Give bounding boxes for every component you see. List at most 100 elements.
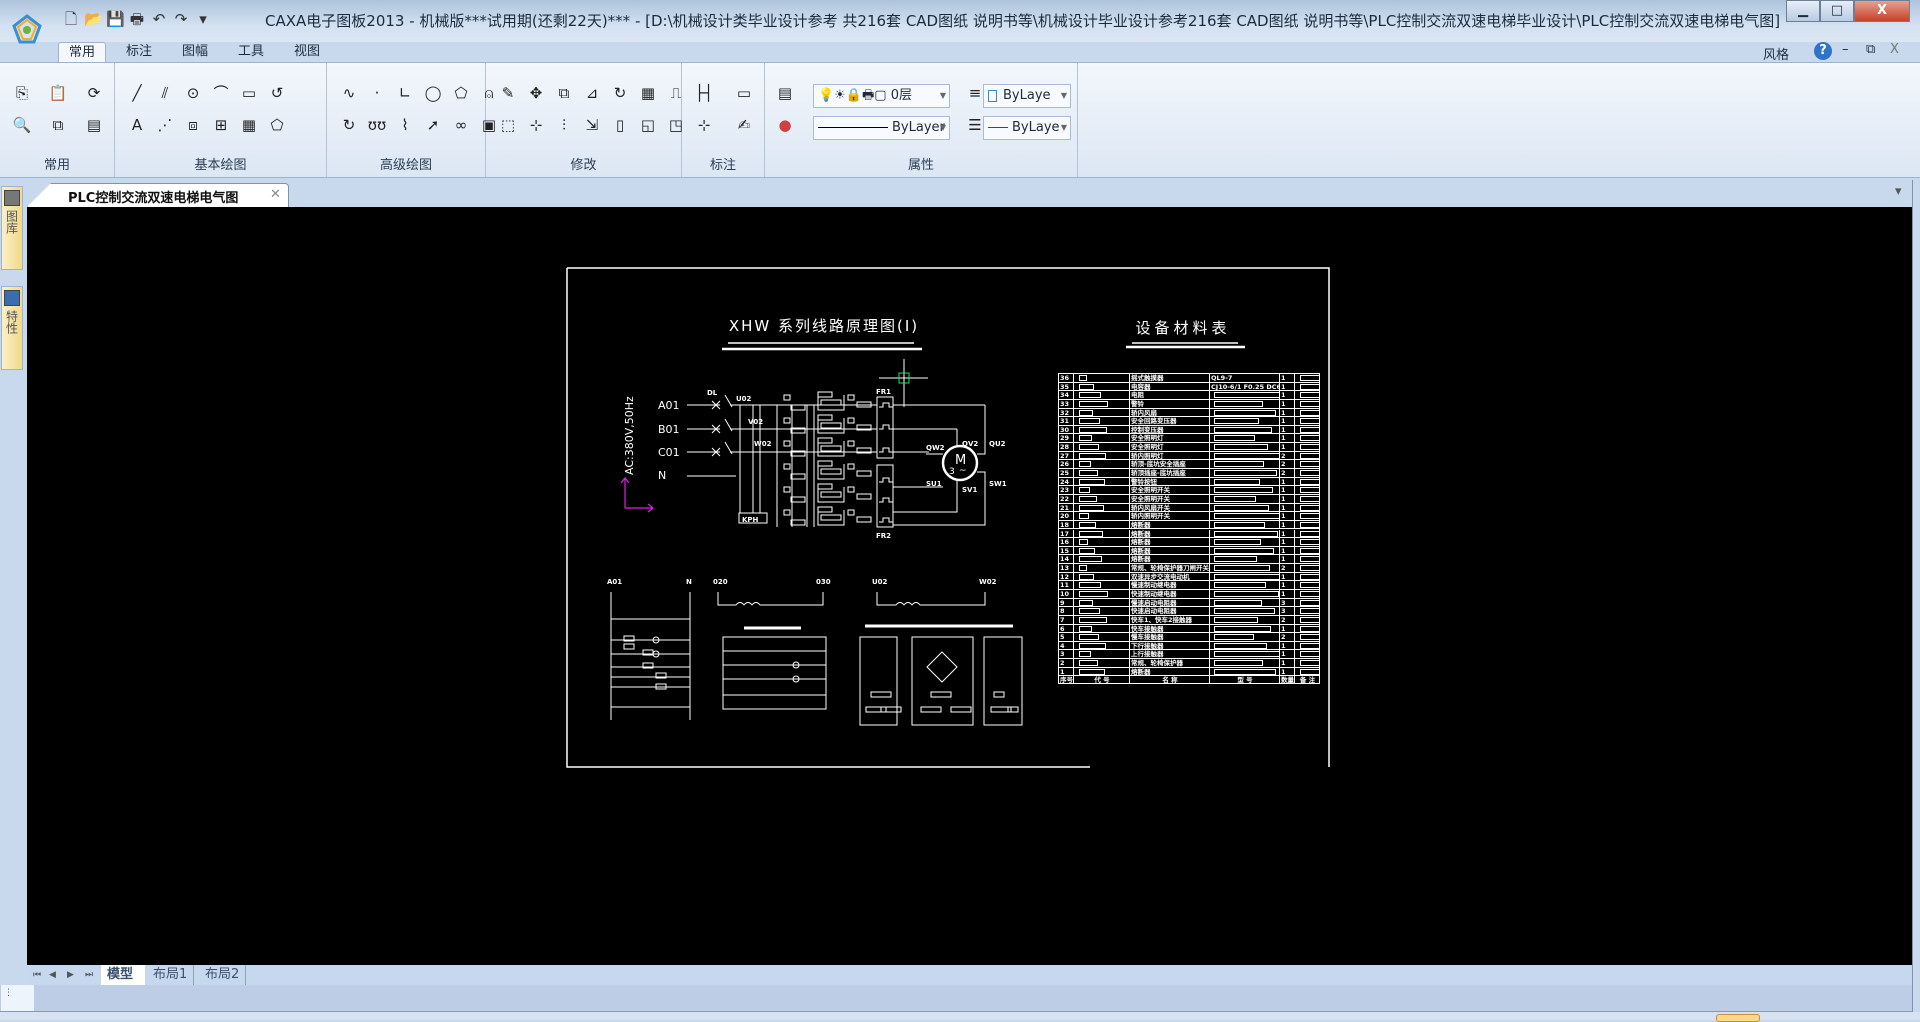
- linetype-icon[interactable]: ☰: [965, 115, 985, 135]
- mirror-icon[interactable]: ⊿: [582, 83, 602, 103]
- side-panel-library[interactable]: 图库: [1, 186, 23, 270]
- close-tab-icon[interactable]: ✕: [270, 187, 281, 202]
- print-icon[interactable]: 🖶: [128, 10, 146, 28]
- scale-icon[interactable]: ▯: [610, 115, 630, 135]
- arc-icon[interactable]: ⌒: [211, 83, 231, 103]
- copy-object-icon[interactable]: ⧉: [554, 83, 574, 103]
- break-line-icon[interactable]: ⌇: [395, 115, 415, 135]
- placeholder-box: [1079, 375, 1087, 381]
- tab-layout1[interactable]: 布局1: [147, 965, 195, 985]
- polyline-icon[interactable]: ↺: [267, 83, 287, 103]
- chevron-down-icon[interactable]: ▼: [1061, 85, 1067, 107]
- cell-code: [1074, 512, 1130, 521]
- cell-row-model: [1210, 408, 1280, 417]
- help-icon[interactable]: ?: [1814, 42, 1832, 60]
- placeholder-box: [1300, 625, 1319, 632]
- style-menu[interactable]: 风格: [1763, 44, 1789, 63]
- region-icon[interactable]: ⬠: [267, 115, 287, 135]
- fill-icon[interactable]: ▦: [239, 115, 259, 135]
- redo-icon[interactable]: ↷: [172, 10, 190, 28]
- hatch-block-icon[interactable]: ⧈: [183, 115, 203, 135]
- tab-annotation[interactable]: 标注: [116, 42, 162, 63]
- customize-icon[interactable]: ▾: [194, 10, 212, 28]
- insert-icon[interactable]: ⊞: [211, 115, 231, 135]
- edit-annotation-icon[interactable]: ✍: [734, 115, 754, 135]
- new-file-icon[interactable]: 🗋: [62, 10, 80, 28]
- text-annotation-icon[interactable]: ▭: [734, 83, 754, 103]
- chamfer-icon[interactable]: ◱: [638, 115, 658, 135]
- wave-icon[interactable]: ʊʊ: [367, 115, 387, 135]
- extend-icon[interactable]: ⊹: [526, 115, 546, 135]
- rectangle-icon[interactable]: ▭: [239, 83, 259, 103]
- line-icon[interactable]: ╱: [127, 83, 147, 103]
- break-icon[interactable]: ⫶: [554, 115, 574, 135]
- tab-tools[interactable]: 工具: [228, 42, 274, 63]
- polygon-icon[interactable]: ⬠: [451, 83, 471, 103]
- paste-icon[interactable]: 📋: [48, 83, 68, 103]
- linewidth-combo[interactable]: ByLaye ▼: [983, 116, 1071, 140]
- linetype-combo[interactable]: ByLayer ▼: [813, 116, 950, 140]
- minimize-button[interactable]: ▁: [1786, 0, 1820, 22]
- tab-sheet[interactable]: 图幅: [172, 42, 218, 63]
- dimension-icon[interactable]: ├┤: [694, 83, 714, 103]
- color-icon[interactable]: ●: [775, 115, 795, 135]
- tab-view[interactable]: 视图: [284, 42, 330, 63]
- doc-restore-icon[interactable]: ⧉: [1866, 42, 1875, 57]
- copy-icon[interactable]: ⎘: [12, 83, 32, 103]
- tab-model[interactable]: 模型: [101, 965, 145, 985]
- maximize-button[interactable]: □: [1820, 0, 1854, 22]
- move-icon[interactable]: ✥: [526, 83, 546, 103]
- coordinate-icon[interactable]: ⊹: [694, 115, 714, 135]
- close-button[interactable]: X: [1854, 0, 1910, 22]
- document-tab[interactable]: PLC控制交流双速电梯电气图 ✕: [27, 183, 289, 207]
- linewidth-icon[interactable]: ≡: [965, 83, 985, 103]
- array-icon[interactable]: ▦: [638, 83, 658, 103]
- relay-element: [879, 477, 893, 483]
- properties-icon[interactable]: ▤: [84, 115, 104, 135]
- ellipse-icon[interactable]: ◯: [423, 83, 443, 103]
- trim-icon[interactable]: ⬚: [498, 115, 518, 135]
- layer-combo[interactable]: 💡☀🔒🖶▢ 0层 ▼: [813, 84, 950, 108]
- color-combo[interactable]: ByLaye ▼: [983, 84, 1071, 108]
- tab-list-arrow-icon[interactable]: ▾: [1895, 184, 1902, 199]
- circle-icon[interactable]: ⊙: [183, 83, 203, 103]
- stretch-icon[interactable]: ⇲: [582, 115, 602, 135]
- tab-layout2[interactable]: 布局2: [199, 965, 247, 985]
- cell-row-name: 轿内照明灯: [1130, 451, 1210, 460]
- component-box: [930, 691, 952, 698]
- spline-icon[interactable]: ∿: [339, 83, 359, 103]
- undo-icon[interactable]: ↶: [150, 10, 168, 28]
- parallel-icon[interactable]: ⫽: [155, 83, 175, 103]
- rotate-icon[interactable]: ↻: [610, 83, 630, 103]
- erase-icon[interactable]: ✎: [498, 83, 518, 103]
- spiral-icon[interactable]: ↻: [339, 115, 359, 135]
- zoom-icon[interactable]: 🔍: [12, 115, 32, 135]
- prev-layout-button[interactable]: ◀: [43, 965, 62, 985]
- point-icon[interactable]: ·: [367, 83, 387, 103]
- status-grip-handle[interactable]: ⋮: [1, 985, 34, 1011]
- text-icon[interactable]: A: [127, 115, 147, 135]
- row-name-text: 快车1、快车2接触器: [1131, 615, 1193, 624]
- chevron-down-icon[interactable]: ▼: [940, 117, 946, 139]
- table-row: 21 轿内风扇开关 1: [1059, 503, 1320, 513]
- arrow-icon[interactable]: ➚: [423, 115, 443, 135]
- centerline-icon[interactable]: ⋰: [155, 115, 175, 135]
- chain-icon[interactable]: ∞: [451, 115, 471, 135]
- chevron-down-icon[interactable]: ▼: [940, 85, 946, 107]
- tab-common[interactable]: 常用: [58, 42, 107, 63]
- app-logo-icon[interactable]: [12, 14, 42, 44]
- open-file-icon[interactable]: 📂: [84, 10, 103, 28]
- last-layout-button[interactable]: ⏭: [79, 965, 99, 985]
- save-icon[interactable]: 💾: [106, 10, 125, 28]
- chevron-down-icon[interactable]: ▼: [1061, 117, 1067, 139]
- next-layout-button[interactable]: ▶: [61, 965, 80, 985]
- doc-close-icon[interactable]: X: [1890, 42, 1899, 57]
- doc-minimize-icon[interactable]: –: [1842, 42, 1849, 57]
- layer-manager-icon[interactable]: ▤: [775, 83, 795, 103]
- linetype-combo-value: ByLayer: [892, 120, 945, 135]
- angle-line-icon[interactable]: ∟: [395, 83, 415, 103]
- clone-icon[interactable]: ⧉: [48, 115, 68, 135]
- coil-box: [817, 437, 833, 444]
- refresh-icon[interactable]: ⟳: [84, 83, 104, 103]
- side-panel-properties[interactable]: 特性: [1, 286, 23, 370]
